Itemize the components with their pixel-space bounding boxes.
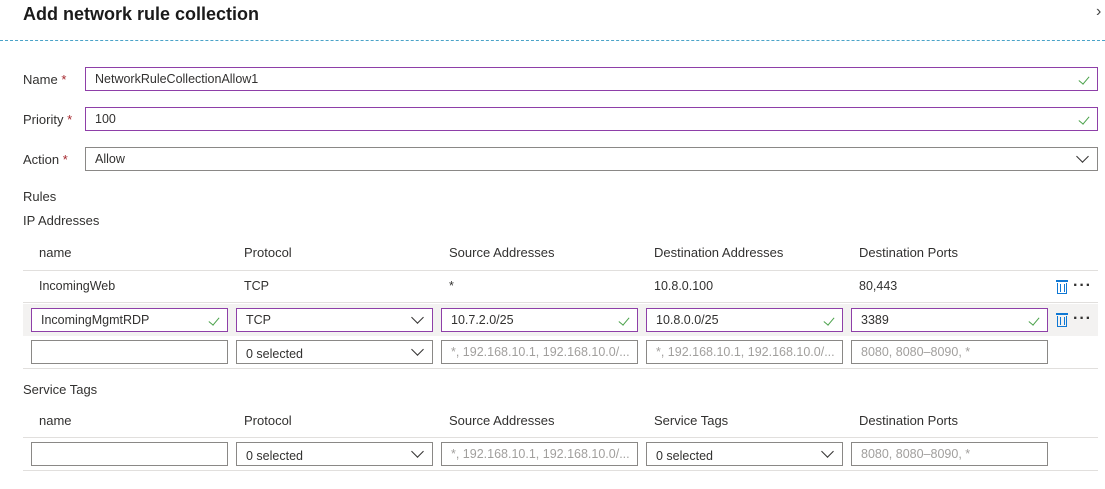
checkmark-icon bbox=[1078, 68, 1092, 90]
name-input[interactable]: NetworkRuleCollectionAllow1 bbox=[85, 67, 1098, 91]
trash-icon[interactable] bbox=[1055, 279, 1069, 295]
col-destination: Destination Addresses bbox=[654, 245, 784, 260]
table-divider bbox=[23, 368, 1098, 369]
priority-input[interactable]: 100 bbox=[85, 107, 1098, 131]
tag-protocol-dropdown[interactable]: 0 selected bbox=[236, 442, 433, 466]
chevron-down-icon bbox=[1075, 152, 1089, 166]
chevron-down-icon bbox=[410, 447, 424, 461]
checkmark-icon bbox=[1078, 108, 1092, 130]
tag-rule-name-input[interactable] bbox=[31, 442, 228, 466]
col-source: Source Addresses bbox=[449, 245, 555, 260]
new-source-addresses-input[interactable]: *, 192.168.10.1, 192.168.10.0/... bbox=[441, 340, 638, 364]
tag-destination-ports-input[interactable]: 8080, 8080–8090, * bbox=[851, 442, 1048, 466]
col-ports: Destination Ports bbox=[859, 413, 958, 428]
panel-header: Add network rule collection › bbox=[0, 0, 1105, 42]
col-protocol: Protocol bbox=[244, 413, 292, 428]
table-divider bbox=[23, 470, 1098, 471]
more-icon[interactable]: ··· bbox=[1073, 278, 1092, 294]
checkmark-icon bbox=[618, 309, 632, 331]
col-source: Source Addresses bbox=[449, 413, 555, 428]
priority-label: Priority * bbox=[23, 112, 73, 127]
close-icon[interactable]: › bbox=[1096, 3, 1101, 21]
table-divider bbox=[23, 437, 1098, 438]
col-name: name bbox=[39, 413, 72, 428]
service-tags-dropdown[interactable]: 0 selected bbox=[646, 442, 843, 466]
chevron-down-icon bbox=[410, 313, 424, 327]
cell-protocol: TCP bbox=[244, 279, 269, 293]
checkmark-icon bbox=[1028, 309, 1042, 331]
panel-title: Add network rule collection bbox=[23, 4, 260, 24]
table-divider bbox=[23, 270, 1098, 271]
col-protocol: Protocol bbox=[244, 245, 292, 260]
ip-addresses-heading: IP Addresses bbox=[23, 213, 100, 228]
tag-source-addresses-input[interactable]: *, 192.168.10.1, 192.168.10.0/... bbox=[441, 442, 638, 466]
chevron-down-icon bbox=[820, 447, 834, 461]
rules-heading: Rules bbox=[23, 189, 57, 204]
cell-name: IncomingWeb bbox=[39, 279, 116, 293]
source-addresses-input[interactable]: 10.7.2.0/25 bbox=[441, 308, 638, 332]
col-service-tags: Service Tags bbox=[654, 413, 729, 428]
destination-ports-input[interactable]: 3389 bbox=[851, 308, 1048, 332]
col-name: name bbox=[39, 245, 72, 260]
action-dropdown[interactable]: Allow bbox=[85, 147, 1098, 171]
rule-name-input[interactable]: IncomingMgmtRDP bbox=[31, 308, 228, 332]
table-divider bbox=[23, 302, 1098, 303]
cell-destination: 10.8.0.100 bbox=[654, 279, 714, 293]
name-label: Name * bbox=[23, 72, 67, 87]
new-protocol-dropdown[interactable]: 0 selected bbox=[236, 340, 433, 364]
checkmark-icon bbox=[823, 309, 837, 331]
new-destination-ports-input[interactable]: 8080, 8080–8090, * bbox=[851, 340, 1048, 364]
cell-ports: 80,443 bbox=[859, 279, 898, 293]
cell-source: * bbox=[449, 279, 454, 293]
more-icon[interactable]: ··· bbox=[1073, 311, 1092, 327]
trash-icon[interactable] bbox=[1055, 312, 1069, 328]
service-tags-heading: Service Tags bbox=[23, 382, 98, 397]
checkmark-icon bbox=[208, 309, 222, 331]
new-rule-name-input[interactable] bbox=[31, 340, 228, 364]
new-destination-addresses-input[interactable]: *, 192.168.10.1, 192.168.10.0/... bbox=[646, 340, 843, 364]
chevron-down-icon bbox=[410, 345, 424, 359]
protocol-dropdown[interactable]: TCP bbox=[236, 308, 433, 332]
destination-addresses-input[interactable]: 10.8.0.0/25 bbox=[646, 308, 843, 332]
header-divider bbox=[0, 40, 1105, 41]
col-ports: Destination Ports bbox=[859, 245, 958, 260]
action-label: Action * bbox=[23, 152, 68, 167]
